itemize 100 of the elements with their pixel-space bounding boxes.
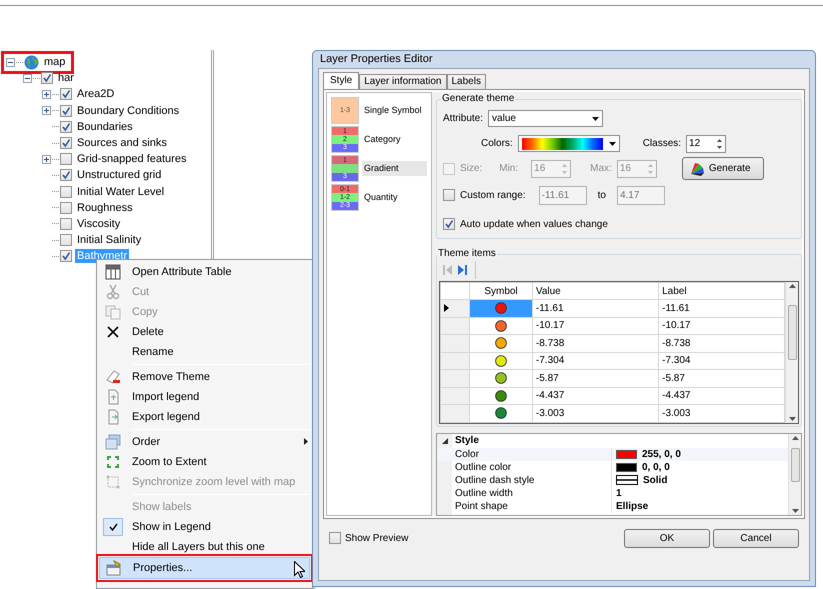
symbol-cell[interactable] xyxy=(470,352,532,370)
menu-item[interactable]: Open Attribute Table xyxy=(99,262,310,282)
menu-item[interactable]: Remove Theme xyxy=(99,367,310,387)
layers-icon xyxy=(104,433,122,451)
symbol-cell[interactable] xyxy=(470,387,532,404)
field-label: Size: xyxy=(460,162,482,176)
colors-dropdown[interactable] xyxy=(518,135,620,152)
field-label: Max: xyxy=(590,162,612,176)
symbol-cell[interactable] xyxy=(470,300,532,317)
tab[interactable]: Layer information xyxy=(359,74,446,89)
scrollbar[interactable] xyxy=(785,282,798,422)
theme-type-item[interactable]: Category xyxy=(362,132,427,148)
ok-button[interactable]: OK xyxy=(624,528,710,548)
symbol-cell[interactable] xyxy=(470,334,532,352)
expand-icon[interactable] xyxy=(42,154,51,164)
checkbox[interactable] xyxy=(443,218,455,230)
theme-type-item[interactable]: Single Symbol xyxy=(362,102,427,118)
cursor-icon xyxy=(294,561,305,578)
collapse-icon[interactable] xyxy=(6,58,15,67)
layer-checkbox[interactable] xyxy=(60,218,72,230)
layer-checkbox[interactable] xyxy=(60,104,72,117)
column-header[interactable]: Symbol xyxy=(470,282,532,300)
menu-item[interactable]: Delete xyxy=(99,322,310,342)
tree-node-label[interactable]: Initial Salinity xyxy=(75,233,144,248)
tab[interactable]: Style xyxy=(323,72,360,89)
menu-item[interactable]: Import legend xyxy=(99,387,310,407)
collapse-icon[interactable] xyxy=(23,74,32,83)
last-record-icon[interactable] xyxy=(458,265,467,275)
zoom-extent-icon xyxy=(104,453,122,471)
tree-node-label[interactable]: map xyxy=(42,55,68,70)
scrollbar[interactable] xyxy=(788,434,801,515)
menu-item[interactable]: Hide all Layers but this one xyxy=(99,537,310,557)
menu-item[interactable]: Properties... xyxy=(99,557,310,579)
tree-node-label[interactable]: Viscosity xyxy=(75,216,122,231)
tree-node-label[interactable]: Boundary Conditions xyxy=(75,104,182,118)
scroll-up-icon[interactable] xyxy=(792,436,798,440)
menu-item[interactable]: Export legend xyxy=(99,407,310,427)
layer-checkbox[interactable] xyxy=(60,120,72,133)
scroll-down-icon[interactable] xyxy=(788,416,796,420)
layer-checkbox[interactable] xyxy=(60,88,72,100)
table-cell: -8.738 xyxy=(658,334,785,352)
property-value: 0, 0, 0 xyxy=(642,460,670,474)
checkbox[interactable] xyxy=(443,189,455,201)
table-cell: -10.17 xyxy=(532,317,659,334)
tab[interactable]: Labels xyxy=(446,74,486,89)
tree-node-label[interactable]: Roughness xyxy=(75,200,135,215)
globe-icon xyxy=(24,54,39,70)
layer-checkbox[interactable] xyxy=(41,72,53,84)
scroll-up-icon[interactable] xyxy=(788,284,796,288)
menu-item[interactable]: Show in Legend xyxy=(99,517,310,537)
layer-checkbox[interactable] xyxy=(60,186,72,198)
attribute-dropdown[interactable]: value xyxy=(488,110,604,127)
layer-checkbox[interactable] xyxy=(60,153,72,166)
column-header[interactable]: Label xyxy=(658,282,785,300)
table-cell: -7.304 xyxy=(658,352,785,370)
layer-checkbox[interactable] xyxy=(60,137,72,150)
tree-node-label[interactable]: Sources and sinks xyxy=(75,136,169,150)
symbol-cell[interactable] xyxy=(470,370,532,387)
properties-icon xyxy=(105,559,123,577)
property-name: Point shape xyxy=(452,500,612,512)
collapse-arrow-icon[interactable] xyxy=(442,438,448,444)
table-cell: -11.61 xyxy=(658,300,785,317)
layer-checkbox[interactable] xyxy=(60,250,72,262)
field-label: Classes: xyxy=(642,137,682,151)
tree-node-label[interactable]: Boundaries xyxy=(75,120,135,134)
expand-icon[interactable] xyxy=(42,106,51,116)
table-cell: -3.003 xyxy=(532,404,659,422)
theme-type-item[interactable]: Gradient xyxy=(362,160,427,176)
scroll-down-icon[interactable] xyxy=(792,509,798,513)
menu-item[interactable]: Order xyxy=(99,432,310,452)
dropdown-caret-icon xyxy=(608,142,616,146)
tree-node-label[interactable]: Initial Water Level xyxy=(75,184,166,199)
layer-checkbox[interactable] xyxy=(60,202,72,214)
menu-item[interactable]: Rename xyxy=(99,342,310,362)
tree-node-label[interactable]: Unstructured grid xyxy=(75,168,164,182)
cancel-button[interactable]: Cancel xyxy=(713,528,799,548)
property-name: Outline width xyxy=(452,486,612,500)
sync-zoom-icon xyxy=(104,473,122,491)
dropdown-caret-icon xyxy=(592,116,600,120)
tree-node-label[interactable]: har xyxy=(56,71,76,86)
tree-node-label[interactable]: Area2D xyxy=(75,87,116,102)
symbol-cell[interactable] xyxy=(470,317,532,334)
tree-node-label[interactable]: Grid-snapped features xyxy=(75,152,188,166)
checkbox-label: Show Preview xyxy=(345,532,408,546)
layer-checkbox[interactable] xyxy=(60,169,72,182)
theme-type-item[interactable]: Quantity xyxy=(362,190,427,206)
checkbox[interactable] xyxy=(329,532,341,544)
generate-button[interactable]: Generate xyxy=(682,157,764,180)
property-value: Ellipse xyxy=(616,500,648,514)
layer-checkbox[interactable] xyxy=(60,234,72,246)
table-cell: -4.437 xyxy=(658,387,785,404)
window-title: Layer Properties Editor xyxy=(319,52,434,68)
tag-icon xyxy=(104,368,122,386)
expand-icon[interactable] xyxy=(42,90,51,99)
column-header[interactable]: Value xyxy=(532,282,659,300)
field-label: to xyxy=(598,188,606,202)
property-value: 1 xyxy=(616,486,622,500)
copy-icon xyxy=(104,303,122,321)
menu-item[interactable]: Zoom to Extent xyxy=(99,452,310,472)
symbol-cell[interactable] xyxy=(470,404,532,422)
